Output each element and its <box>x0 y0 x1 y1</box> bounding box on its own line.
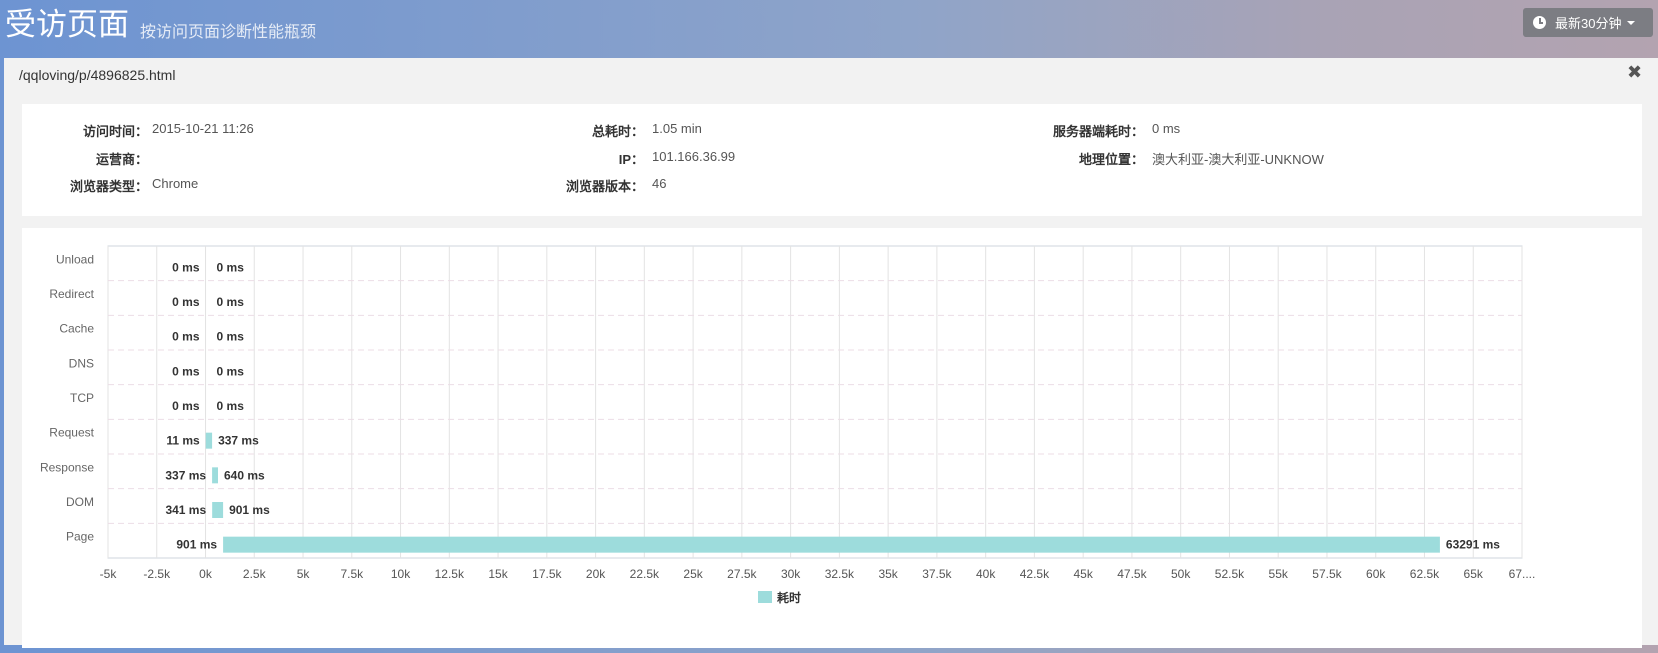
page-subtitle: 按访问页面诊断性能瓶颈 <box>140 24 317 41</box>
info-value-visit-time: 2015-10-21 11:26 <box>152 121 254 136</box>
info-value-browser-version: 46 <box>652 176 667 191</box>
bar-end-label: 0 ms <box>217 399 245 413</box>
x-tick-label: 20k <box>586 567 606 581</box>
timing-chart-card: -5k -2.5k 0k 2.5k 5k 7.5k 10k 12.5k 15k 17.5k 20k 2… <box>22 228 1642 648</box>
bar-end-label: 0 ms <box>217 364 245 378</box>
info-label-browser-version: 浏览器版本： <box>565 179 644 194</box>
x-tick-label: 10k <box>391 567 411 581</box>
x-tick-label: 12.5k <box>435 567 465 581</box>
caret-down-icon <box>1627 20 1636 25</box>
y-category-label: Page <box>66 530 94 544</box>
x-tick-label: 17.5k <box>532 567 562 581</box>
info-label-server-time: 服务器端耗时： <box>1052 124 1144 139</box>
bar-start-label: 0 ms <box>172 330 200 344</box>
bar-start-label: 11 ms <box>166 434 200 448</box>
x-tick-label: 27.5k <box>727 567 757 581</box>
info-label-visit-time: 访问时间： <box>82 124 148 139</box>
y-category-label: Request <box>49 426 94 440</box>
bar-end-label: 640 ms <box>224 468 265 482</box>
x-tick-label: 0k <box>199 567 213 581</box>
bar-response <box>212 467 218 484</box>
top-header: 受访页面 按访问页面诊断性能瓶颈 最新30分钟 <box>0 0 1658 58</box>
visit-info-card: 访问时间： 2015-10-21 11:26 总耗时： 1.05 min 服务器… <box>22 104 1642 216</box>
bar-start-label: 0 ms <box>172 295 200 309</box>
x-tick-label: 35k <box>878 567 898 581</box>
bar-end-label: 0 ms <box>217 260 245 274</box>
info-label-browser-type: 浏览器类型： <box>69 179 148 194</box>
bar-dom <box>212 502 224 518</box>
info-label-location: 地理位置： <box>1078 152 1144 167</box>
page-title: 受访页面 <box>5 7 129 42</box>
x-tick-label: 52.5k <box>1215 567 1245 581</box>
bar-end-label: 0 ms <box>217 330 245 344</box>
x-tick-label: 15k <box>488 567 508 581</box>
bar-start-label: 337 ms <box>165 468 206 482</box>
y-category-label: Redirect <box>49 287 94 301</box>
info-value-browser-type: Chrome <box>152 176 199 191</box>
y-category-label: TCP <box>70 391 94 405</box>
close-icon[interactable]: ✖ <box>1627 62 1642 83</box>
x-tick-label: 5k <box>297 567 311 581</box>
page-detail-panel: /qqloving/p/4896825.html ✖ 访问时间： 2015-10… <box>4 58 1658 648</box>
timing-chart: -5k -2.5k 0k 2.5k 5k 7.5k 10k 12.5k 15k 17.5k 20k 2… <box>40 245 1536 605</box>
time-range-label: 最新30分钟 <box>1555 16 1622 31</box>
x-tick-label: 62.5k <box>1410 567 1440 581</box>
y-category-label: Cache <box>59 322 94 336</box>
bar-start-label: 901 ms <box>176 538 217 552</box>
info-value-ip: 101.166.36.99 <box>652 149 736 164</box>
bar-end-label: 901 ms <box>229 503 270 517</box>
x-tick-label: 7.5k <box>340 567 364 581</box>
info-label-ip: IP： <box>618 152 644 167</box>
x-tick-label: -5k <box>100 567 118 581</box>
y-category-label: DNS <box>69 356 94 370</box>
bar-end-label: 0 ms <box>217 295 245 309</box>
x-tick-label: -2.5k <box>143 567 171 581</box>
x-tick-label: 42.5k <box>1020 567 1050 581</box>
x-tick-label: 37.5k <box>922 567 952 581</box>
y-category-label: DOM <box>66 495 94 509</box>
x-tick-label: 45k <box>1073 567 1093 581</box>
x-tick-label: 25k <box>683 567 703 581</box>
bar-start-label: 341 ms <box>165 503 206 517</box>
bar-start-label: 0 ms <box>172 364 200 378</box>
x-tick-label: 67.... <box>1509 567 1536 581</box>
plot-frame <box>107 245 1523 559</box>
x-tick-label: 55k <box>1269 567 1289 581</box>
info-value-server-time: 0 ms <box>1152 121 1181 136</box>
y-category-label: Response <box>40 460 94 474</box>
x-tick-label: 22.5k <box>630 567 660 581</box>
bar-end-label: 63291 ms <box>1446 538 1500 552</box>
x-tick-label: 30k <box>781 567 801 581</box>
x-tick-label: 60k <box>1366 567 1386 581</box>
legend-label: 耗时 <box>777 590 801 605</box>
bar-request <box>205 432 213 449</box>
y-category-label: Unload <box>56 252 94 266</box>
x-tick-label: 65k <box>1464 567 1484 581</box>
x-tick-label: 32.5k <box>825 567 855 581</box>
legend-swatch <box>758 591 772 603</box>
x-tick-label: 57.5k <box>1312 567 1342 581</box>
x-tick-label: 2.5k <box>243 567 267 581</box>
bar-page <box>223 536 1440 553</box>
info-value-location: 澳大利亚-澳大利亚-UNKNOW <box>1152 152 1324 167</box>
x-tick-label: 50k <box>1171 567 1191 581</box>
x-tick-label: 40k <box>976 567 996 581</box>
bar-start-label: 0 ms <box>172 260 200 274</box>
info-value-total-time: 1.05 min <box>652 121 702 136</box>
x-tick-label: 47.5k <box>1117 567 1147 581</box>
clock-icon <box>1533 16 1546 29</box>
page-url: /qqloving/p/4896825.html <box>19 67 176 83</box>
time-range-dropdown[interactable]: 最新30分钟 <box>1523 8 1653 37</box>
info-label-total-time: 总耗时： <box>591 124 644 139</box>
bar-start-label: 0 ms <box>172 399 200 413</box>
bar-end-label: 337 ms <box>218 434 259 448</box>
info-label-isp: 运营商： <box>95 152 148 167</box>
